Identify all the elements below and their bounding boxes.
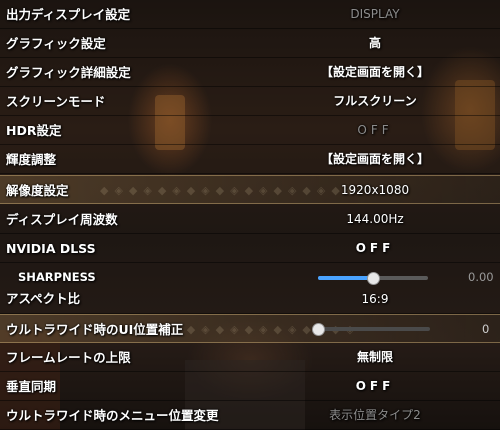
ultrawide-menu-label: ウルトラワイド時のメニュー位置変更 [6, 408, 219, 423]
aspect-label: アスペクト比 [6, 291, 81, 306]
ultrawide-ui-label: ウルトラワイド時のUI位置補正 [6, 322, 184, 337]
screen-mode-value: フルスクリーン [333, 94, 417, 108]
row-screen-mode[interactable]: スクリーンモード フルスクリーン [0, 87, 500, 116]
graphics-label: グラフィック設定 [6, 36, 106, 51]
row-hdr[interactable]: HDR設定 OFF [0, 116, 500, 145]
graphics-value: 高 [368, 36, 381, 50]
row-vsync[interactable]: 垂直同期 OFF [0, 372, 500, 401]
row-sharpness[interactable]: SHARPNESS 0.00 [0, 263, 500, 287]
row-framerate[interactable]: フレームレートの上限 無制限 [0, 343, 500, 372]
framerate-value: 無制限 [356, 350, 393, 364]
graphics-detail-button[interactable]: 【設定画面を開く】 [240, 58, 500, 87]
display-output-value: DISPLAY [350, 7, 400, 21]
row-display-output[interactable]: 出力ディスプレイ設定 DISPLAY [0, 0, 500, 29]
row-ultrawide-menu[interactable]: ウルトラワイド時のメニュー位置変更 表示位置タイプ2 [0, 401, 500, 430]
row-aspect[interactable]: アスペクト比 16:9 [0, 287, 500, 314]
brightness-label: 輝度調整 [6, 152, 57, 167]
graphics-detail-label: グラフィック詳細設定 [6, 65, 131, 80]
aspect-value: 16:9 [361, 292, 389, 306]
sharpness-slider-fill [318, 276, 373, 280]
ultrawide-ui-value: 0 [482, 322, 490, 336]
row-graphics-detail[interactable]: グラフィック詳細設定 【設定画面を開く】 [0, 58, 500, 87]
sharpness-slider-knob[interactable] [367, 271, 380, 285]
display-output-label: 出力ディスプレイ設定 [6, 7, 131, 22]
brightness-button[interactable]: 【設定画面を開く】 [240, 145, 500, 174]
resolution-label: 解像度設定 [6, 183, 69, 198]
refresh-rate-label: ディスプレイ周波数 [6, 212, 118, 227]
dlss-value: OFF [355, 241, 395, 255]
row-refresh-rate[interactable]: ディスプレイ周波数 144.00Hz [0, 205, 500, 234]
framerate-label: フレームレートの上限 [6, 350, 131, 365]
row-dlss[interactable]: NVIDIA DLSS OFF [0, 234, 500, 263]
ultrawide-menu-value: 表示位置タイプ2 [329, 408, 421, 422]
vsync-label: 垂直同期 [6, 379, 57, 394]
vsync-value: OFF [355, 379, 395, 393]
resolution-value: 1920x1080 [340, 183, 410, 197]
hdr-value: OFF [357, 123, 393, 137]
refresh-rate-value: 144.00Hz [346, 212, 404, 226]
row-resolution[interactable]: ◆◈◆◈◆◈◆◈◆◈◆◈◆◈◆◈◆◈ 解像度設定 1920x1080 [0, 175, 500, 204]
screen-mode-label: スクリーンモード [6, 94, 106, 109]
row-brightness[interactable]: 輝度調整 【設定画面を開く】 [0, 145, 500, 174]
hdr-label: HDR設定 [6, 123, 62, 138]
ultrawide-ui-slider[interactable] [312, 322, 430, 336]
row-ultrawide-ui[interactable]: ◆◈◆◈◆◈◆◈◆◈◆◈◆◈◆◈◆◈ ウルトラワイド時のUI位置補正 0 [0, 314, 500, 343]
dlss-label: NVIDIA DLSS [6, 241, 96, 256]
sharpness-slider[interactable] [318, 271, 428, 285]
row-graphics[interactable]: グラフィック設定 高 [0, 29, 500, 58]
ultrawide-ui-slider-knob[interactable] [312, 322, 325, 336]
